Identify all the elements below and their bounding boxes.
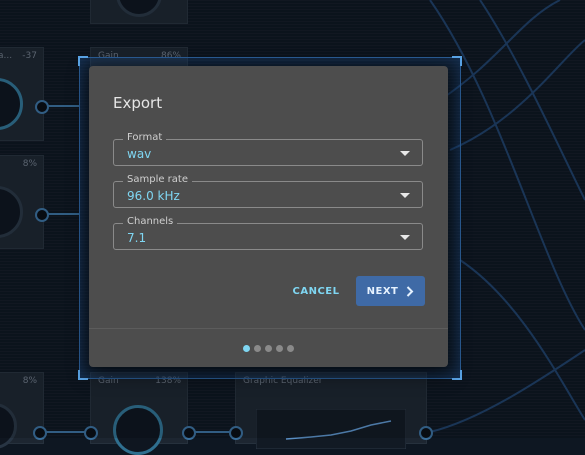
- frame-corner: [78, 56, 88, 66]
- frame-corner: [452, 370, 462, 380]
- export-dialog: Export Format wav Sample rate 96.0 kHz C…: [89, 66, 448, 367]
- dialog-divider: [89, 328, 448, 329]
- next-button[interactable]: NEXT: [356, 276, 425, 306]
- channels-value: 7.1: [127, 231, 147, 245]
- sample-rate-label: Sample rate: [123, 174, 192, 186]
- step-dot[interactable]: [254, 345, 261, 352]
- format-label: Format: [123, 132, 167, 144]
- step-indicator: [89, 345, 448, 352]
- step-dot[interactable]: [243, 345, 250, 352]
- chevron-down-icon[interactable]: [400, 151, 410, 156]
- frame-corner: [452, 56, 462, 66]
- chevron-down-icon[interactable]: [400, 193, 410, 198]
- sample-rate-value: 96.0 kHz: [127, 189, 180, 203]
- step-dot[interactable]: [276, 345, 283, 352]
- frame-corner: [78, 370, 88, 380]
- next-button-label: NEXT: [366, 285, 399, 297]
- cancel-button[interactable]: CANCEL: [289, 279, 343, 303]
- step-dot[interactable]: [287, 345, 294, 352]
- chevron-right-icon: [407, 285, 414, 297]
- chevron-down-icon[interactable]: [400, 235, 410, 240]
- format-value: wav: [127, 147, 152, 161]
- dialog-title: Export: [113, 94, 163, 112]
- step-dot[interactable]: [265, 345, 272, 352]
- channels-label: Channels: [123, 216, 178, 228]
- sample-rate-select[interactable]: Sample rate 96.0 kHz: [113, 174, 423, 208]
- channels-select[interactable]: Channels 7.1: [113, 216, 423, 250]
- format-select[interactable]: Format wav: [113, 132, 423, 166]
